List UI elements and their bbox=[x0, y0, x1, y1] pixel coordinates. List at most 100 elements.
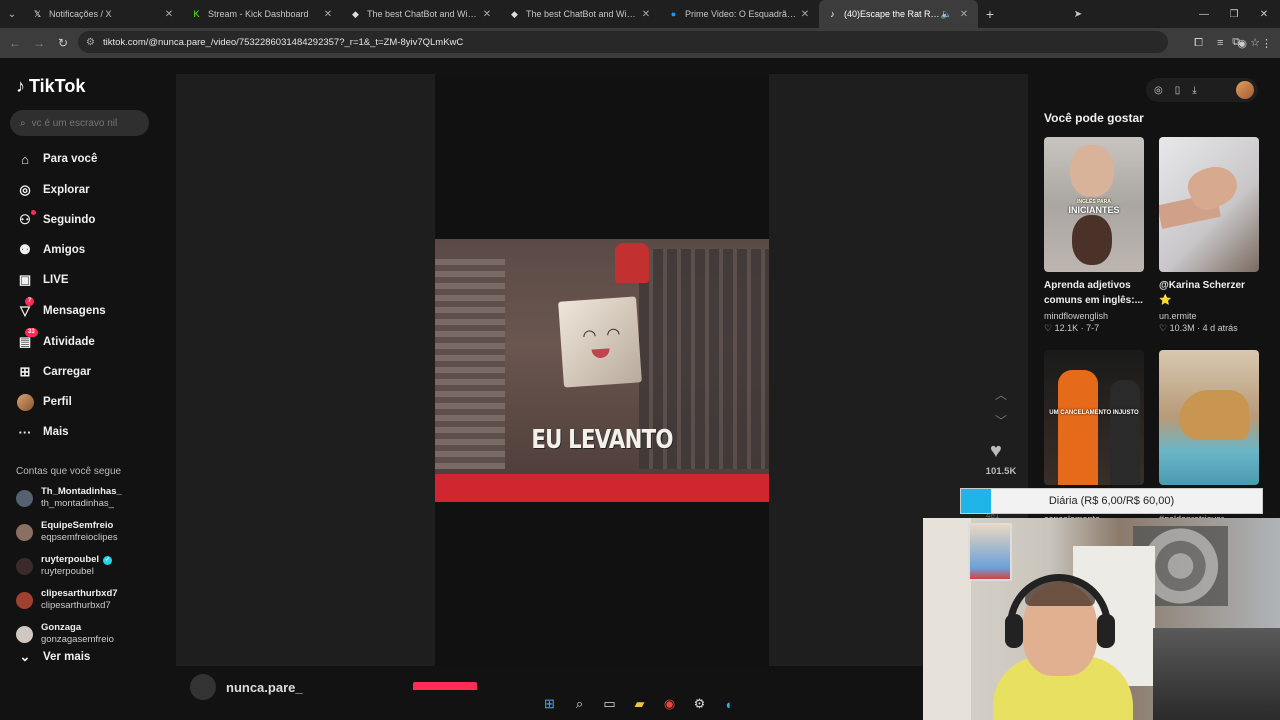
card-user: mindflowenglish bbox=[1044, 311, 1109, 321]
nav-label: Explorar bbox=[43, 184, 90, 196]
notification-badge: 33 bbox=[25, 328, 38, 337]
site-info-icon[interactable]: ⚙ bbox=[86, 37, 95, 48]
device-icon[interactable]: ▯ bbox=[1175, 85, 1181, 96]
nav-item[interactable]: ◎ Explorar bbox=[16, 179, 90, 201]
author-name[interactable]: nunca.pare_ bbox=[226, 680, 303, 695]
video-frame[interactable]: ◠◠ EU LEVANTO bbox=[435, 239, 769, 502]
minimize-button[interactable]: — bbox=[1188, 0, 1220, 28]
forward-arrow-icon[interactable]: → bbox=[27, 31, 51, 55]
extensions-icon[interactable]: ⧠ bbox=[1194, 37, 1203, 50]
author-avatar[interactable] bbox=[190, 674, 216, 700]
tab-title: The best ChatBot and Widgets bbox=[367, 9, 481, 19]
edge-icon[interactable]: ◐ bbox=[720, 695, 739, 714]
card-thumbnail bbox=[1159, 350, 1259, 485]
nav-item[interactable]: ▽ 7 Mensagens bbox=[16, 297, 106, 322]
home-icon: ⌂ bbox=[21, 151, 29, 167]
tab-title: Notificações / X bbox=[49, 9, 112, 19]
chrome-icon[interactable]: ◉ bbox=[660, 695, 679, 714]
tab-search-icon[interactable]: ⌄ bbox=[0, 0, 24, 28]
tab-close-icon[interactable]: ✕ bbox=[640, 9, 652, 20]
tiktok-sidebar: ♪ TikTok ⌕ ⌂ Para você ◎ Explorar ⚇ Seguindo ⚉… bbox=[0, 58, 176, 720]
nav-label: Amigos bbox=[43, 244, 86, 256]
following-icon: ⚇ bbox=[16, 210, 36, 229]
tab-title: The best ChatBot and Widgets bbox=[526, 9, 640, 19]
back-arrow-icon[interactable]: ← bbox=[3, 31, 27, 55]
follow-button[interactable] bbox=[413, 682, 477, 690]
live-icon: ▣ bbox=[18, 272, 32, 287]
browser-tab[interactable]: ● Prime Video: O Esquadrão Suic✕ bbox=[660, 0, 819, 28]
tab-close-icon[interactable]: ✕ bbox=[163, 9, 175, 20]
nav-item[interactable]: ▣ LIVE bbox=[16, 269, 69, 291]
tab-title: Prime Video: O Esquadrão Suic bbox=[685, 9, 799, 19]
messages-icon: ▽ 7 bbox=[16, 297, 35, 320]
video-scene-hat bbox=[615, 243, 649, 283]
account-avatar bbox=[16, 625, 33, 643]
upload-icon: ⊞ bbox=[19, 364, 31, 379]
following-section-title: Contas que você segue bbox=[16, 466, 122, 477]
coins-icon[interactable]: ◎ bbox=[1154, 85, 1163, 96]
recommended-card[interactable]: #goldenretriever bbox=[1159, 350, 1259, 524]
taskbar-search-icon[interactable]: ⌕ bbox=[570, 695, 589, 714]
tab-title: Stream - Kick Dashboard bbox=[208, 9, 309, 19]
recommended-card[interactable]: INGLÊS PARA INICIANTES Aprenda adjetivos … bbox=[1044, 137, 1144, 334]
followed-account[interactable]: EquipeSemfreio eqpsemfreioclipes bbox=[16, 519, 118, 545]
search-box[interactable]: ⌕ bbox=[10, 110, 149, 136]
browser-tab[interactable]: ◆ The best ChatBot and Widgets ✕ bbox=[342, 0, 501, 28]
donation-goal-text: Diária (R$ 6,00/R$ 60,00) bbox=[1048, 495, 1175, 507]
donation-goal-bar: Diária (R$ 6,00/R$ 60,00) bbox=[960, 488, 1263, 514]
media-controls-icon[interactable]: ≡ bbox=[1217, 37, 1223, 49]
user-avatar[interactable] bbox=[1236, 81, 1254, 99]
browser-tab[interactable]: ♪ (40)Escape the Rat Race: M🔈 ✕ bbox=[819, 0, 978, 28]
nav-item[interactable]: ▤ 33 Atividade bbox=[16, 328, 95, 353]
followed-account[interactable]: Th_Montadinhas_ th_montadinhas_ bbox=[16, 485, 122, 511]
account-name: EquipeSemfreio bbox=[41, 520, 114, 531]
browser-tab[interactable]: K Stream - Kick Dashboard ✕ bbox=[183, 0, 342, 28]
heart-icon[interactable]: ♥ bbox=[990, 440, 1002, 463]
address-bar[interactable]: ⚙ tiktok.com/@nunca.pare_/video/75322860… bbox=[78, 31, 1260, 53]
nav-label: Mensagens bbox=[43, 305, 106, 317]
new-tab-button[interactable]: + bbox=[978, 6, 1002, 22]
browser-tab-strip: ⌄ 𝕏 Notificações / X ✕ K Stream - Kick Dashb… bbox=[0, 0, 1280, 28]
tab-close-icon[interactable]: ✕ bbox=[481, 9, 493, 20]
nav-item[interactable]: ··· Mais bbox=[16, 421, 69, 443]
browser-tab[interactable]: ◆ The best ChatBot and Widgets ✕ bbox=[501, 0, 660, 28]
account-name: ruyterpoubel bbox=[41, 554, 100, 565]
video-red-strip bbox=[435, 474, 769, 502]
nav-item[interactable]: ⊞ Carregar bbox=[16, 361, 91, 383]
account-name: Th_Montadinhas_ bbox=[41, 486, 122, 497]
nav-item[interactable]: ⚇ Seguindo bbox=[16, 209, 95, 231]
obs-icon[interactable]: ⚙ bbox=[690, 695, 709, 714]
reload-icon[interactable]: ↻ bbox=[51, 31, 75, 55]
see-more-button[interactable]: ⌄ Ver mais bbox=[16, 646, 91, 668]
tiktok-logo[interactable]: ♪ TikTok bbox=[16, 76, 85, 97]
nav-item[interactable]: Perfil bbox=[16, 391, 72, 413]
browser-tab[interactable]: 𝕏 Notificações / X ✕ bbox=[24, 0, 183, 28]
followed-account[interactable]: ruyterpoubel ✓ ruyterpoubel bbox=[16, 553, 113, 579]
tab-close-icon[interactable]: ✕ bbox=[322, 9, 334, 20]
nav-item[interactable]: ⚉ Amigos bbox=[16, 239, 85, 261]
next-video-arrow-icon[interactable]: ﹀ bbox=[993, 412, 1009, 429]
tab-close-icon[interactable]: ✕ bbox=[958, 9, 970, 20]
previous-video-arrow-icon[interactable]: ︿ bbox=[993, 386, 1009, 403]
card-title: Aprenda adjetivos comuns em inglês:... bbox=[1044, 280, 1143, 306]
tab-close-icon[interactable]: ✕ bbox=[799, 9, 811, 20]
followed-account[interactable]: clipesarthurbxd7 clipesarthurbxd7 bbox=[16, 587, 118, 613]
windows-start-icon[interactable]: ⊞ bbox=[540, 695, 559, 714]
prime-video-icon: ● bbox=[670, 9, 677, 19]
nav-item[interactable]: ⌂ Para você bbox=[16, 148, 97, 170]
profile-icon[interactable]: ◉ bbox=[1237, 37, 1247, 50]
search-input[interactable] bbox=[31, 117, 132, 129]
maximize-button[interactable]: ❐ bbox=[1218, 0, 1250, 28]
recommended-card[interactable]: UM CANCELAMENTO INJUSTO cancelamento... bbox=[1044, 350, 1144, 524]
close-window-button[interactable]: ✕ bbox=[1248, 0, 1280, 28]
browser-menu-icon[interactable]: ⋮ bbox=[1261, 37, 1272, 50]
account-handle: gonzagasemfreio bbox=[41, 634, 114, 645]
author-bar: nunca.pare_ bbox=[190, 674, 303, 700]
recommended-card[interactable]: @Karina Scherzer ⭐ un.ermite ♡ 10.3M · 4… bbox=[1159, 137, 1259, 334]
top-right-actions: ◎ ▯ ⤓ bbox=[1146, 78, 1258, 102]
followed-account[interactable]: Gonzaga gonzagasemfreio bbox=[16, 621, 114, 647]
task-view-icon[interactable]: ▭ bbox=[600, 695, 619, 714]
download-icon[interactable]: ⤓ bbox=[1192, 85, 1196, 96]
tab-audio-icon[interactable]: 🔈 bbox=[941, 9, 952, 20]
file-explorer-icon[interactable]: ▰ bbox=[630, 695, 649, 714]
